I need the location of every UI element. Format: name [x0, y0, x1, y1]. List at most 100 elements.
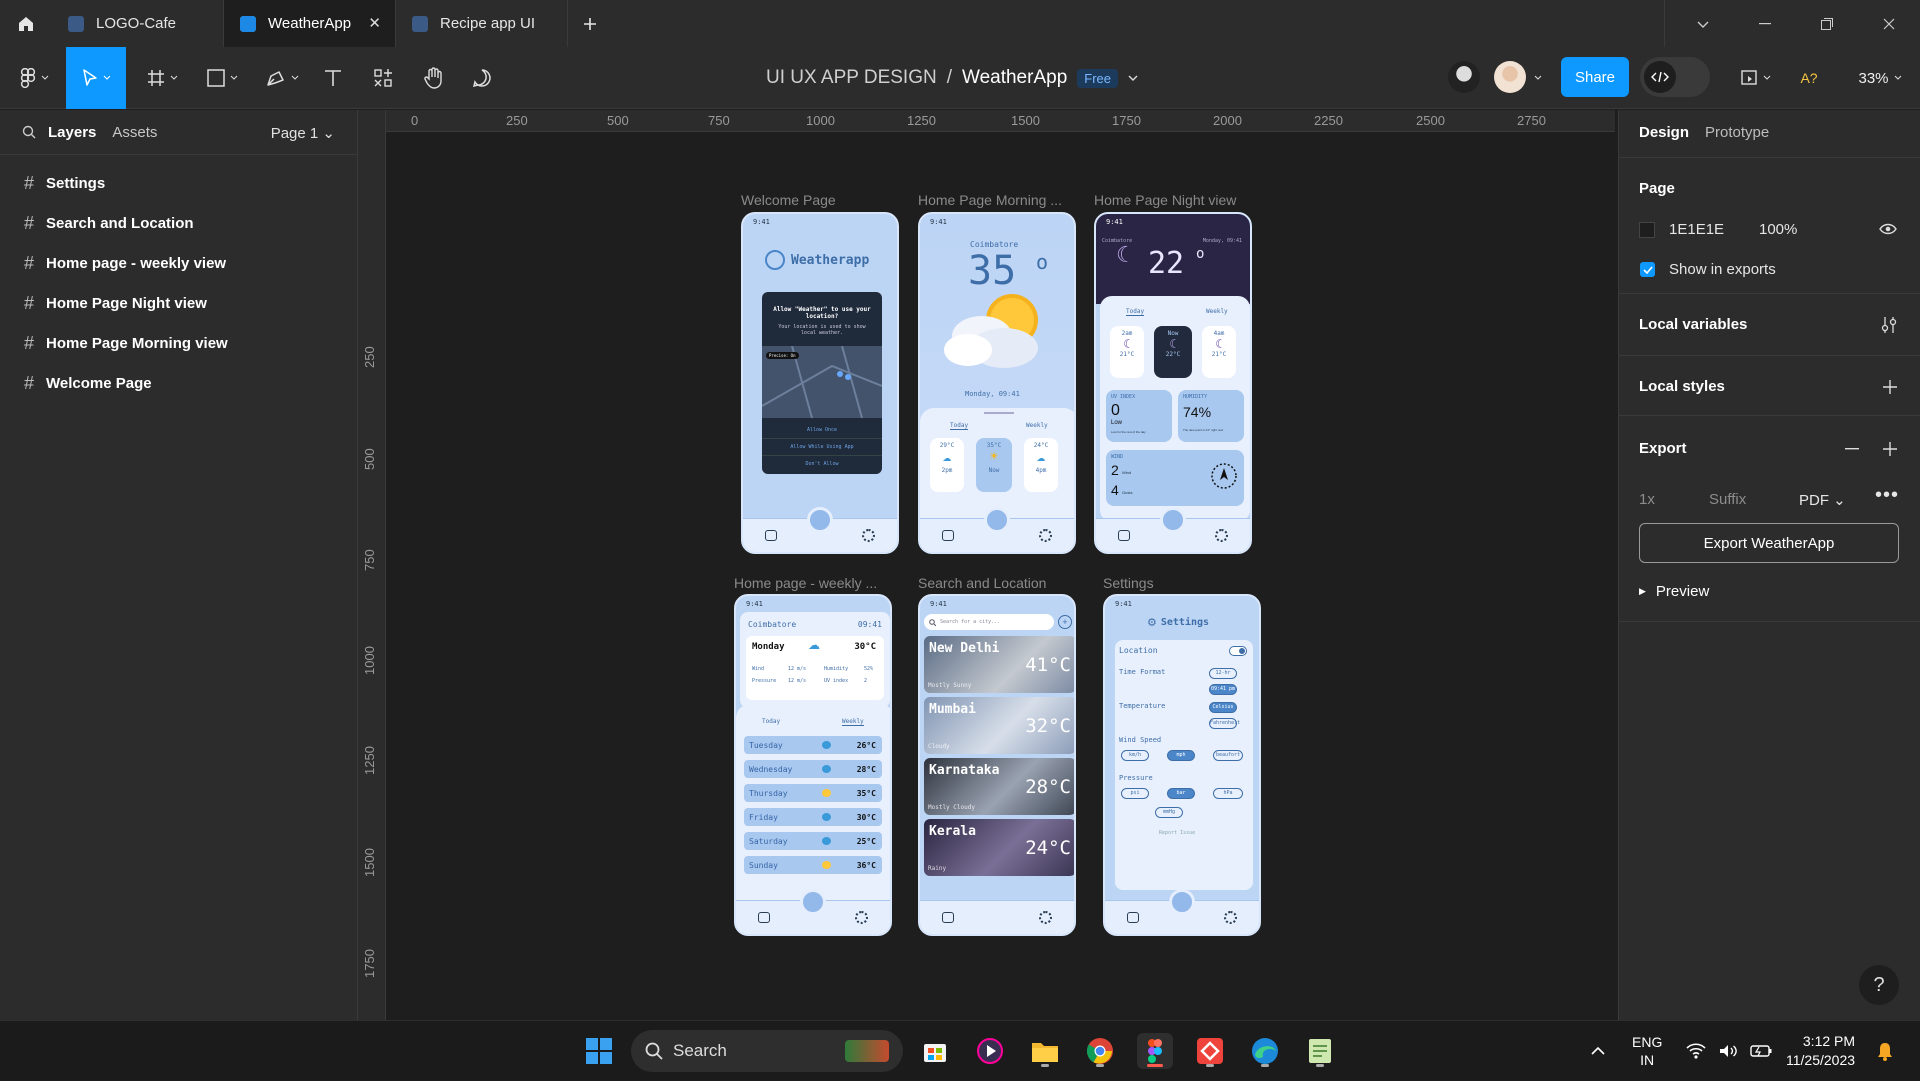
hour-card-now[interactable]: 35°C ☀ Now	[976, 438, 1012, 492]
hour-card[interactable]: 2am ☾ 21°C	[1110, 326, 1144, 378]
pressure-option[interactable]: mmHg	[1155, 807, 1183, 818]
frame-home-morning[interactable]: 9:41 Coimbatore 35 o Monday, 09:41 Today…	[918, 212, 1076, 554]
location-toggle[interactable]	[1229, 646, 1247, 656]
tab-design[interactable]: Design	[1639, 124, 1689, 141]
frame-label-night[interactable]: Home Page Night view	[1094, 192, 1252, 208]
notification-bell-icon[interactable]	[1876, 1021, 1894, 1081]
gear-icon[interactable]	[1224, 911, 1237, 924]
frame-label-search[interactable]: Search and Location	[918, 575, 1076, 591]
day-row[interactable]: Thursday 35°C	[744, 784, 882, 802]
wind-speed-option[interactable]: beaufort	[1213, 750, 1243, 761]
anydesk-icon[interactable]	[1192, 1033, 1228, 1069]
file-name[interactable]: WeatherApp	[962, 67, 1067, 89]
chrome-icon[interactable]	[1082, 1033, 1118, 1069]
wind-speed-option[interactable]: mph	[1167, 750, 1195, 761]
layer-search-and-location[interactable]: # Search and Location	[0, 203, 357, 243]
search-icon[interactable]	[984, 507, 1010, 533]
tab-layers[interactable]: Layers	[48, 124, 96, 141]
search-icon[interactable]	[800, 889, 826, 915]
location-pin-icon[interactable]	[807, 507, 833, 533]
plus-icon[interactable]	[1883, 442, 1897, 456]
hand-tool-button[interactable]	[418, 47, 450, 109]
preview-toggle[interactable]: ▶ Preview	[1639, 583, 1709, 600]
temperature-option[interactable]: Fahrenheit	[1209, 718, 1240, 729]
frame-welcome-page[interactable]: 9:41 Weatherapp Allow "Weather" to use y…	[741, 212, 899, 554]
pressure-option[interactable]: psi	[1121, 788, 1149, 799]
gear-icon[interactable]	[862, 529, 875, 542]
media-player-icon[interactable]	[972, 1033, 1008, 1069]
frame-label-settings[interactable]: Settings	[1103, 575, 1261, 591]
frame-home-night[interactable]: 9:41 Coimbatore Monday, 09:41 ☾ 22 o Tod…	[1094, 212, 1252, 554]
page-color-swatch[interactable]	[1639, 222, 1655, 238]
search-icon[interactable]	[22, 125, 36, 139]
tab-today[interactable]: Today	[1126, 308, 1145, 316]
resources-button[interactable]	[368, 47, 398, 109]
system-tray[interactable]	[1686, 1021, 1772, 1081]
pressure-option[interactable]: hPa	[1213, 788, 1243, 799]
city-card[interactable]: Karnataka 28°C Mostly Cloudy	[924, 758, 1074, 815]
project-name[interactable]: UI UX APP DESIGN	[766, 67, 937, 89]
close-tab-icon[interactable]: ✕	[368, 14, 381, 32]
temperature-option[interactable]: Celsius	[1209, 702, 1237, 713]
more-options-icon[interactable]: •••	[1875, 484, 1899, 507]
help-button[interactable]: ?	[1859, 965, 1899, 1005]
export-suffix-input[interactable]: Suffix	[1709, 491, 1746, 508]
tab-logo-cafe[interactable]: LOGO-Cafe	[52, 0, 224, 47]
allow-while-using-button[interactable]: Allow While Using App	[762, 439, 882, 456]
day-row[interactable]: Saturday 25°C	[744, 832, 882, 850]
home-icon[interactable]	[1118, 530, 1130, 541]
tab-weekly[interactable]: Weekly	[1026, 422, 1048, 429]
export-format-select[interactable]: PDF ⌄	[1799, 491, 1846, 509]
font-check-button[interactable]: A?	[1796, 47, 1822, 109]
add-location-icon[interactable]: +	[1058, 615, 1072, 629]
comment-tool-button[interactable]	[466, 47, 498, 109]
move-tool-button[interactable]	[66, 47, 126, 109]
gear-icon[interactable]	[1039, 529, 1052, 542]
export-scale-input[interactable]: 1x	[1639, 491, 1655, 508]
layer-home-night[interactable]: # Home Page Night view	[0, 283, 357, 323]
taskbar-search[interactable]: Search	[631, 1030, 903, 1072]
day-row[interactable]: Friday 30°C	[744, 808, 882, 826]
gear-icon[interactable]	[1215, 529, 1228, 542]
hour-card[interactable]: 29°C ☁ 2pm	[930, 438, 964, 492]
city-card[interactable]: New Delhi 41°C Mostly Sunny	[924, 636, 1074, 693]
day-row[interactable]: Tuesday 26°C	[744, 736, 882, 754]
wind-speed-option[interactable]: km/h	[1121, 750, 1149, 761]
hour-card[interactable]: 4am ☾ 21°C	[1202, 326, 1236, 378]
design-canvas[interactable]: Welcome Page Home Page Morning ... Home …	[386, 132, 1615, 1020]
frame-label-welcome[interactable]: Welcome Page	[741, 192, 899, 208]
variables-adjust-icon[interactable]	[1881, 316, 1897, 334]
time-format-option[interactable]: 12-hr	[1209, 668, 1237, 679]
checkbox-checked-icon[interactable]	[1640, 262, 1655, 277]
frame-settings[interactable]: 9:41 ⚙ Settings Location Time Format 12-…	[1103, 594, 1261, 936]
edge-icon[interactable]	[1247, 1033, 1283, 1069]
language-indicator[interactable]: ENG IN	[1632, 1021, 1662, 1081]
frame-home-weekly[interactable]: 9:41 Coimbatore 09:41 Monday ☁ 30°C Wind…	[734, 594, 892, 936]
layer-welcome-page[interactable]: # Welcome Page	[0, 363, 357, 403]
search-input[interactable]: Search for a city...	[924, 614, 1054, 630]
home-icon[interactable]	[758, 912, 770, 923]
frame-search-location[interactable]: 9:41 Search for a city... + New Delhi 41°…	[918, 594, 1076, 936]
tab-assets[interactable]: Assets	[112, 124, 157, 141]
layer-home-morning[interactable]: # Home Page Morning view	[0, 323, 357, 363]
precise-toggle[interactable]: Precise: On	[766, 352, 799, 359]
home-icon[interactable]	[0, 0, 52, 47]
chevron-down-icon[interactable]	[1664, 0, 1734, 47]
microsoft-store-icon[interactable]	[917, 1033, 953, 1069]
layer-home-weekly[interactable]: # Home page - weekly view	[0, 243, 357, 283]
text-tool-button[interactable]	[318, 47, 348, 109]
share-button[interactable]: Share	[1561, 57, 1629, 97]
tab-today[interactable]: Today	[950, 422, 969, 430]
report-issue-link[interactable]: Report Issue	[1159, 830, 1195, 836]
dont-allow-button[interactable]: Don't Allow	[762, 456, 882, 472]
city-card[interactable]: Kerala 24°C Rainy	[924, 819, 1074, 876]
time-format-option[interactable]: 09:41 pm	[1209, 684, 1237, 695]
minus-icon[interactable]	[1845, 448, 1859, 450]
figma-app-icon[interactable]	[1137, 1033, 1173, 1069]
city-card[interactable]: Mumbai 32°C Cloudy	[924, 697, 1074, 754]
minimize-icon[interactable]	[1734, 0, 1796, 47]
restore-icon[interactable]	[1796, 0, 1858, 47]
frame-label-weekly[interactable]: Home page - weekly ...	[734, 575, 892, 591]
shape-tool-button[interactable]	[200, 47, 244, 109]
allow-once-button[interactable]: Allow Once	[762, 422, 882, 439]
